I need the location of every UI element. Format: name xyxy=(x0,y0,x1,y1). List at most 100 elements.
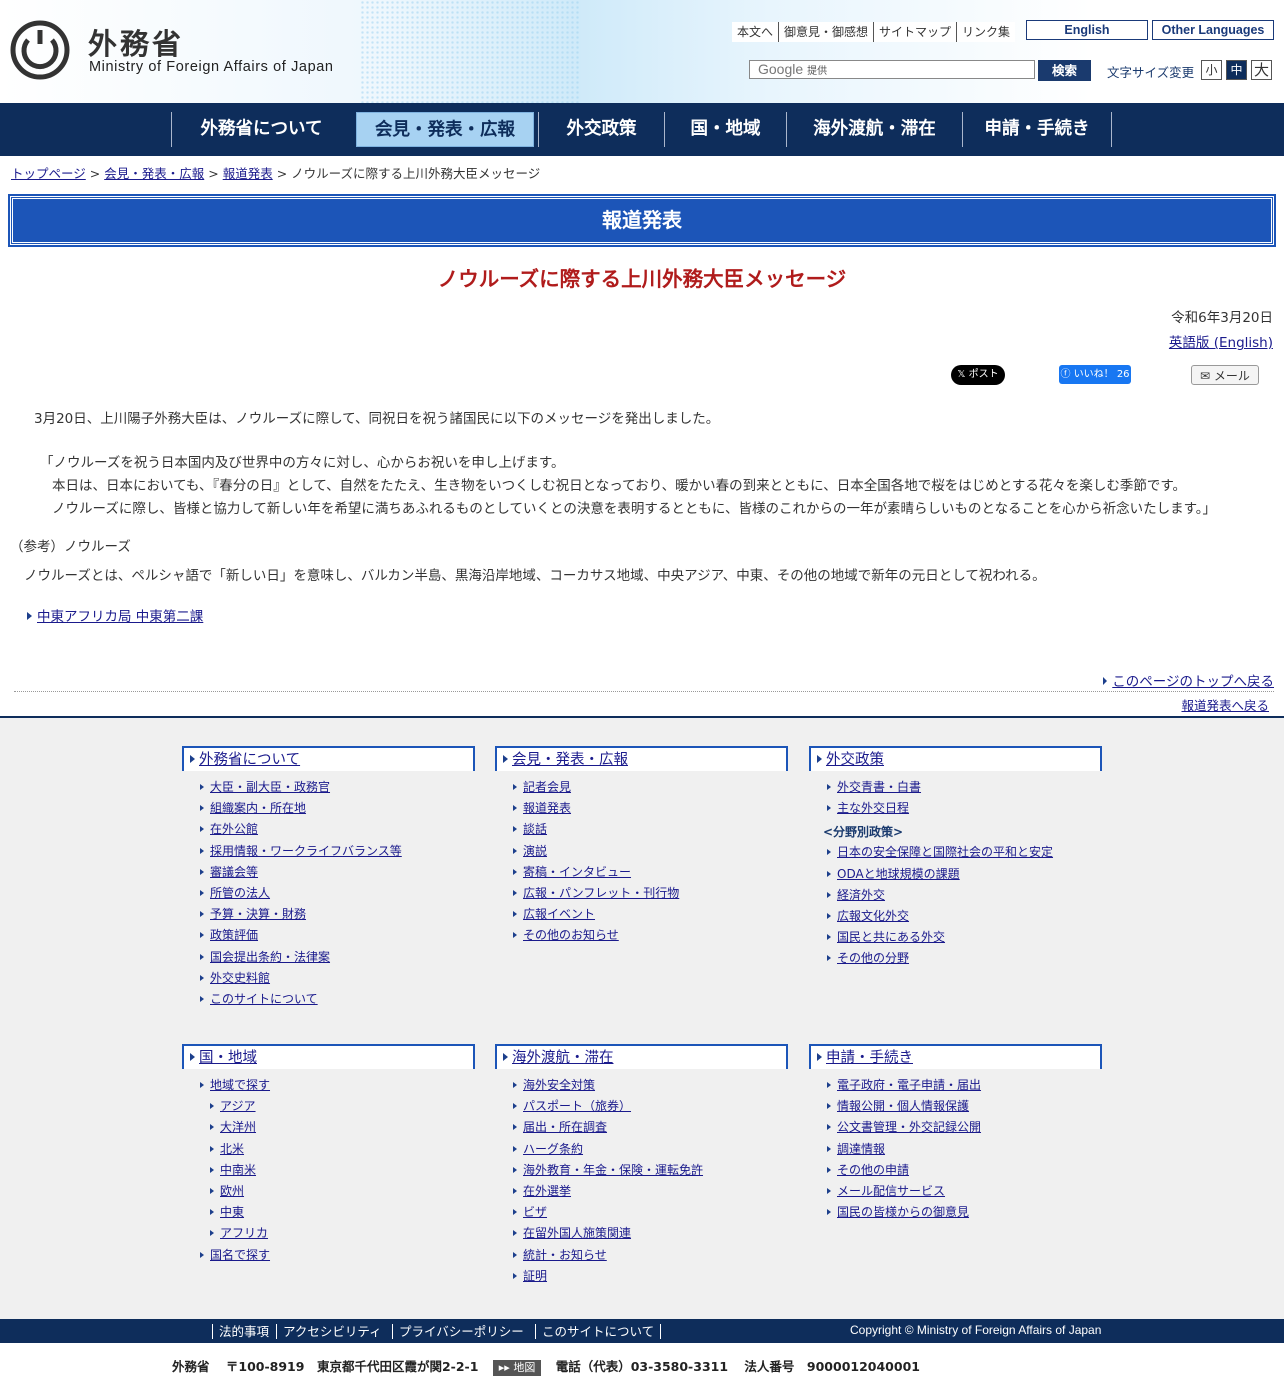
search-button[interactable]: 検索 xyxy=(1038,60,1091,81)
list-item: 北米 xyxy=(182,1139,475,1160)
footer-link[interactable]: 外交史料館 xyxy=(210,971,270,985)
page-top-link[interactable]: このページのトップへ戻る xyxy=(1112,674,1274,690)
footer-link[interactable]: 北米 xyxy=(220,1142,244,1156)
footer-link[interactable]: 政策評価 xyxy=(210,928,258,942)
footer-link[interactable]: 予算・決算・財務 xyxy=(210,907,306,921)
sitemap-link[interactable]: サイトマップ xyxy=(873,22,956,42)
english-version-link[interactable]: 英語版 (English) xyxy=(1169,331,1273,351)
footer-link[interactable]: 大洋州 xyxy=(220,1120,256,1134)
footer-heading-link[interactable]: 会見・発表・広報 xyxy=(512,752,628,768)
footer-link[interactable]: このサイトについて xyxy=(210,992,318,1006)
other-languages-button[interactable]: Other Languages xyxy=(1152,20,1274,40)
font-size-large-button[interactable]: 大 xyxy=(1251,60,1272,80)
back-to-releases-link[interactable]: 報道発表へ戻る xyxy=(1181,695,1269,714)
map-button[interactable]: ▸▸ 地図 xyxy=(492,1360,542,1376)
footer-link[interactable]: 採用情報・ワークライフバランス等 xyxy=(210,844,402,858)
footer-link[interactable]: 国会提出条約・法律案 xyxy=(210,950,330,964)
footer-link[interactable]: 審議会等 xyxy=(210,865,258,879)
footer-link[interactable]: 記者会見 xyxy=(523,780,571,794)
footer-link[interactable]: ビザ xyxy=(523,1205,547,1219)
footer-link[interactable]: 国民と共にある外交 xyxy=(837,930,945,944)
font-size-medium-button[interactable]: 中 xyxy=(1226,60,1247,80)
privacy-policy-link[interactable]: プライバシーポリシー xyxy=(392,1324,530,1339)
list-item: 主な外交日程 xyxy=(809,798,1102,819)
footer-link[interactable]: その他のお知らせ xyxy=(523,928,619,942)
message-line-1: 「ノウルーズを祝う日本国内及び世界中の方々に対し、心からお祝いを申し上げます。 xyxy=(40,455,565,471)
nav-press[interactable]: 会見・発表・広報 xyxy=(356,112,534,147)
footer-link[interactable]: ODAと地球規模の課題 xyxy=(837,867,960,881)
footer-link[interactable]: 統計・お知らせ xyxy=(523,1248,607,1262)
footer-link[interactable]: 広報文化外交 xyxy=(837,909,909,923)
footer-link[interactable]: 所管の法人 xyxy=(210,886,270,900)
footer-heading-link[interactable]: 国・地域 xyxy=(199,1050,257,1066)
nav-regions[interactable]: 国・地域 xyxy=(664,112,786,147)
footer-link[interactable]: 公文書管理・外交記録公開 xyxy=(837,1120,981,1134)
site-name-ja[interactable]: 外務省 xyxy=(88,21,184,63)
footer-link[interactable]: 主な外交日程 xyxy=(837,801,909,815)
footer-link[interactable]: 談話 xyxy=(523,822,547,836)
footer-link[interactable]: 欧州 xyxy=(220,1184,244,1198)
footer-link[interactable]: 情報公開・個人情報保護 xyxy=(837,1099,969,1113)
x-post-button[interactable]: 𝕏 ポスト xyxy=(951,365,1005,385)
footer-link[interactable]: 証明 xyxy=(523,1269,547,1283)
footer-link[interactable]: 日本の安全保障と国際社会の平和と安定 xyxy=(837,845,1053,859)
english-button[interactable]: English xyxy=(1026,20,1148,40)
footer-link[interactable]: アジア xyxy=(220,1099,256,1113)
nav-about[interactable]: 外務省について xyxy=(171,112,351,147)
footer-link[interactable]: 地域で探す xyxy=(210,1078,270,1092)
mail-share-button[interactable]: ✉ メール xyxy=(1191,365,1259,385)
footer-link[interactable]: 国民の皆様からの御意見 xyxy=(837,1205,969,1219)
skip-to-content-link[interactable]: 本文へ xyxy=(732,22,778,42)
feedback-link[interactable]: 御意見・御感想 xyxy=(778,22,873,42)
footer-link[interactable]: 在外公館 xyxy=(210,822,258,836)
footer-link[interactable]: 中南米 xyxy=(220,1163,256,1177)
footer-link[interactable]: 電子政府・電子申請・届出 xyxy=(837,1078,981,1092)
footer-link[interactable]: 寄稿・インタビュー xyxy=(523,865,631,879)
footer-link[interactable]: その他の申請 xyxy=(837,1163,909,1177)
footer-link[interactable]: 国名で探す xyxy=(210,1248,270,1262)
footer-link[interactable]: 在外選挙 xyxy=(523,1184,571,1198)
facebook-like-button[interactable]: ⓕ いいね！ 26 xyxy=(1059,365,1131,384)
footer-link[interactable]: 組織案内・所在地 xyxy=(210,801,306,815)
footer-heading-link[interactable]: 海外渡航・滞在 xyxy=(512,1050,614,1066)
footer-link[interactable]: アフリカ xyxy=(220,1226,268,1240)
mofa-logo-icon[interactable] xyxy=(10,20,70,80)
footer-link[interactable]: 中東 xyxy=(220,1205,244,1219)
legal-link[interactable]: 法的事項 xyxy=(212,1324,275,1339)
link-collection-link[interactable]: リンク集 xyxy=(956,22,1015,42)
footer-link[interactable]: 海外安全対策 xyxy=(523,1078,595,1092)
footer-link[interactable]: 報道発表 xyxy=(523,801,571,815)
footer-link[interactable]: パスポート（旅券） xyxy=(523,1099,631,1113)
footer-link[interactable]: メール配信サービス xyxy=(837,1184,945,1198)
list-item: 審議会等 xyxy=(182,862,475,883)
footer-link[interactable]: 海外教育・年金・保険・運転免許 xyxy=(523,1163,703,1177)
nav-procedures[interactable]: 申請・手続き xyxy=(962,112,1112,147)
breadcrumb-press[interactable]: 会見・発表・広報 xyxy=(104,166,204,181)
nav-policy[interactable]: 外交政策 xyxy=(538,112,664,147)
about-site-link[interactable]: このサイトについて xyxy=(535,1324,662,1339)
search-input[interactable]: Google 提供 xyxy=(749,60,1035,79)
site-name-en[interactable]: Ministry of Foreign Affairs of Japan xyxy=(89,59,334,75)
footer-link[interactable]: ハーグ条約 xyxy=(523,1142,583,1156)
breadcrumb-releases[interactable]: 報道発表 xyxy=(223,166,273,181)
footer-heading-link[interactable]: 外務省について xyxy=(199,752,300,768)
footer-link[interactable]: 広報・パンフレット・刊行物 xyxy=(523,886,679,900)
footer-heading-link[interactable]: 外交政策 xyxy=(826,752,884,768)
footer-link[interactable]: 外交青書・白書 xyxy=(837,780,921,794)
footer-heading-link[interactable]: 申請・手続き xyxy=(826,1050,913,1066)
footer-link[interactable]: 調達情報 xyxy=(837,1142,885,1156)
footer-link[interactable]: その他の分野 xyxy=(837,951,909,965)
breadcrumb-top[interactable]: トップページ xyxy=(11,166,86,181)
accessibility-link[interactable]: アクセシビリティ xyxy=(276,1324,388,1339)
footer-link[interactable]: 演説 xyxy=(523,844,547,858)
font-size-small-button[interactable]: 小 xyxy=(1201,60,1222,80)
footer-link[interactable]: 届出・所在調査 xyxy=(523,1120,607,1134)
bureau-link[interactable]: 中東アフリカ局 中東第二課 xyxy=(37,609,203,625)
nav-travel[interactable]: 海外渡航・滞在 xyxy=(786,112,962,147)
list-item: パスポート（旅券） xyxy=(495,1096,788,1117)
list-item: 国民の皆様からの御意見 xyxy=(809,1202,1102,1223)
footer-link[interactable]: 大臣・副大臣・政務官 xyxy=(210,780,330,794)
footer-link[interactable]: 経済外交 xyxy=(837,888,885,902)
footer-link[interactable]: 広報イベント xyxy=(523,907,595,921)
footer-link[interactable]: 在留外国人施策関連 xyxy=(523,1226,631,1240)
